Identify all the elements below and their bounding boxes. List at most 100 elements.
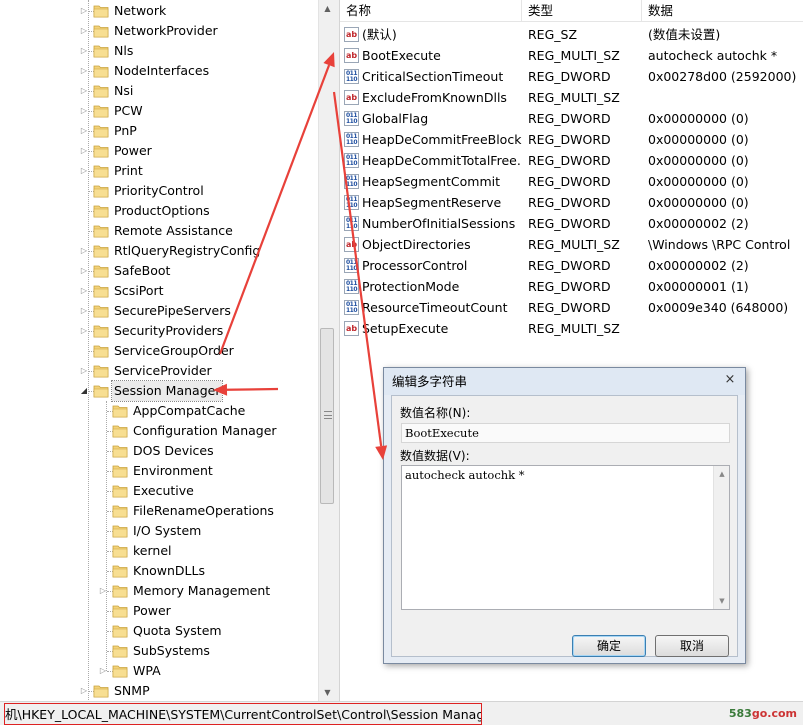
tree-item[interactable]: ▷ ServiceProvider	[0, 361, 318, 381]
tree-item-label: Memory Management	[133, 583, 271, 598]
close-icon[interactable]: ×	[721, 373, 739, 389]
folder-icon	[112, 545, 128, 558]
binary-value-icon: 011 110	[344, 111, 359, 126]
tree-item[interactable]: ▷ SafeBoot	[0, 261, 318, 281]
tree-item[interactable]: ▷ Power	[0, 141, 318, 161]
binary-value-icon: 011 110	[344, 195, 359, 210]
value-row[interactable]: ab (默认) REG_SZ (数值未设置)	[340, 24, 803, 45]
tree-item[interactable]: ▷ Print	[0, 161, 318, 181]
scroll-down-arrow-icon[interactable]: ▼	[714, 593, 730, 609]
scrollbar-thumb[interactable]	[320, 328, 334, 504]
tree-item[interactable]: ▷ PCW	[0, 101, 318, 121]
tree-item[interactable]: Configuration Manager	[0, 421, 318, 441]
folder-icon	[93, 105, 109, 118]
tree-item-label: Configuration Manager	[133, 423, 277, 438]
value-row[interactable]: 011 110 ProcessorControl REG_DWORD 0x0000000…	[340, 255, 803, 276]
tree-item[interactable]: ▷ PnP	[0, 121, 318, 141]
tree-item-label: Quota System	[133, 623, 222, 638]
folder-icon	[93, 265, 109, 278]
folder-icon	[93, 345, 109, 358]
value-row[interactable]: 011 110 ResourceTimeoutCount REG_DWORD 0x000…	[340, 297, 803, 318]
tree-item[interactable]: ▷ Network	[0, 1, 318, 21]
tree-item[interactable]: ▷ RtlQueryRegistryConfig	[0, 241, 318, 261]
tree-item[interactable]: ▷ ScsiPort	[0, 281, 318, 301]
value-row[interactable]: 011 110 CriticalSectionTimeout REG_DWORD 0x0…	[340, 66, 803, 87]
column-header-type[interactable]: 类型	[522, 0, 642, 22]
value-type-cell: REG_DWORD	[528, 153, 611, 168]
value-row[interactable]: ab ObjectDirectories REG_MULTI_SZ \Windows …	[340, 234, 803, 255]
tree-item[interactable]: FileRenameOperations	[0, 501, 318, 521]
value-row[interactable]: 011 110 GlobalFlag REG_DWORD 0x00000000 (0)	[340, 108, 803, 129]
tree-item[interactable]: ▷ WPA	[0, 661, 318, 681]
folder-icon	[112, 465, 128, 478]
textarea-scrollbar[interactable]: ▲ ▼	[713, 466, 729, 609]
folder-icon	[112, 665, 128, 678]
tree-item[interactable]: PriorityControl	[0, 181, 318, 201]
folder-icon	[112, 645, 128, 658]
value-row[interactable]: 011 110 HeapSegmentCommit REG_DWORD 0x000000…	[340, 171, 803, 192]
registry-key-tree[interactable]: ▷ Network ▷ NetworkProvider ▷ Nls ▷ NodeInterfa…	[0, 0, 318, 701]
folder-icon	[93, 685, 109, 698]
value-row[interactable]: 011 110 HeapSegmentReserve REG_DWORD 0x00000…	[340, 192, 803, 213]
value-row[interactable]: ab ExcludeFromKnownDlls REG_MULTI_SZ	[340, 87, 803, 108]
tree-item[interactable]: ▷ Nsi	[0, 81, 318, 101]
tree-item[interactable]: SubSystems	[0, 641, 318, 661]
tree-item[interactable]: ▷ Memory Management	[0, 581, 318, 601]
column-header-data[interactable]: 数据	[642, 0, 803, 22]
value-row[interactable]: 011 110 HeapDeCommitTotalFree... REG_DWORD 0…	[340, 150, 803, 171]
tree-item[interactable]: Power	[0, 601, 318, 621]
tree-item-label: Network	[114, 3, 167, 18]
value-data-textarea[interactable]: autocheck autochk * ▲ ▼	[401, 465, 730, 610]
tree-item[interactable]: I/O System	[0, 521, 318, 541]
tree-item-label: PriorityControl	[114, 183, 204, 198]
value-row[interactable]: ab BootExecute REG_MULTI_SZ autocheck autoc…	[340, 45, 803, 66]
value-row[interactable]: 011 110 ProtectionMode REG_DWORD 0x00000001 …	[340, 276, 803, 297]
tree-item-label: PCW	[114, 103, 143, 118]
status-bar: 机\HKEY_LOCAL_MACHINE\SYSTEM\CurrentContr…	[0, 701, 803, 725]
tree-item[interactable]: ◢ Session Manager	[0, 380, 318, 402]
tree-item-label: Nsi	[114, 83, 134, 98]
tree-item[interactable]: AppCompatCache	[0, 401, 318, 421]
tree-item[interactable]: Environment	[0, 461, 318, 481]
value-row[interactable]: 011 110 HeapDeCommitFreeBlock... REG_DWORD 0…	[340, 129, 803, 150]
folder-icon	[93, 325, 109, 338]
folder-icon	[112, 525, 128, 538]
value-data-cell: 0x00000000 (0)	[648, 195, 749, 210]
tree-item[interactable]: DOS Devices	[0, 441, 318, 461]
scroll-up-arrow-icon[interactable]: ▲	[714, 466, 730, 482]
tree-item[interactable]: ProductOptions	[0, 201, 318, 221]
ok-button[interactable]: 确定	[572, 635, 646, 657]
value-row[interactable]: ab SetupExecute REG_MULTI_SZ	[340, 318, 803, 339]
folder-icon	[112, 505, 128, 518]
tree-item[interactable]: ▷ Nls	[0, 41, 318, 61]
tree-item[interactable]: Quota System	[0, 621, 318, 641]
folder-icon	[112, 425, 128, 438]
value-name-field[interactable]: BootExecute	[401, 423, 730, 443]
value-row[interactable]: 011 110 NumberOfInitialSessions REG_DWORD 0x…	[340, 213, 803, 234]
value-name-cell: HeapDeCommitFreeBlock...	[362, 132, 522, 147]
value-name-cell: HeapDeCommitTotalFree...	[362, 153, 522, 168]
tree-item[interactable]: ServiceGroupOrder	[0, 341, 318, 361]
tree-item[interactable]: kernel	[0, 541, 318, 561]
value-type-cell: REG_DWORD	[528, 300, 611, 315]
tree-item[interactable]: ▷ NodeInterfaces	[0, 61, 318, 81]
tree-item-label: Nls	[114, 43, 134, 58]
tree-item[interactable]: KnownDLLs	[0, 561, 318, 581]
tree-item[interactable]: ▷ SNMP	[0, 681, 318, 701]
string-value-icon: ab	[344, 48, 359, 63]
folder-icon	[93, 225, 109, 238]
string-value-icon: ab	[344, 27, 359, 42]
value-type-cell: REG_DWORD	[528, 195, 611, 210]
tree-item[interactable]: Executive	[0, 481, 318, 501]
tree-item[interactable]: ▷ SecurityProviders	[0, 321, 318, 341]
scroll-up-arrow-icon[interactable]: ▲	[319, 0, 336, 17]
tree-item[interactable]: ▷ NetworkProvider	[0, 21, 318, 41]
tree-item[interactable]: Remote Assistance	[0, 221, 318, 241]
tree-vertical-scrollbar[interactable]: ▲ ▼	[318, 0, 335, 701]
cancel-button[interactable]: 取消	[655, 635, 729, 657]
tree-item[interactable]: ▷ SecurePipeServers	[0, 301, 318, 321]
tree-item-label: Executive	[133, 483, 194, 498]
column-header-name[interactable]: 名称	[340, 0, 522, 22]
scroll-down-arrow-icon[interactable]: ▼	[319, 684, 336, 701]
value-data-cell: \Windows \RPC Control	[648, 237, 791, 252]
